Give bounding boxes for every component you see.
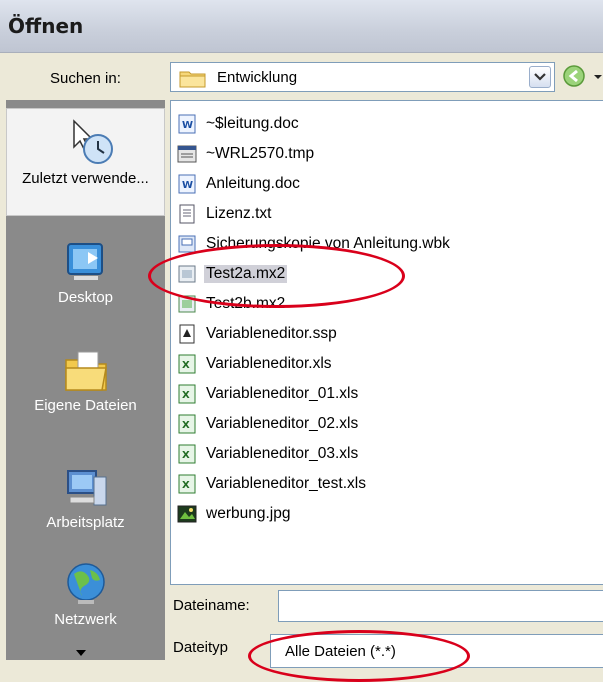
place-network[interactable]: Netzwerk [6,558,165,658]
file-name: Variableneditor.xls [206,355,332,372]
file-name: ~WRL2570.tmp [206,145,315,162]
highlight-ellipse-selected-file [148,244,405,308]
file-item[interactable]: X Variableneditor_test.xls [176,471,368,497]
svg-text:X: X [182,480,190,491]
file-name: Variableneditor_02.xls [206,415,359,432]
place-my-computer[interactable]: Arbeitsplatz [6,455,165,553]
file-item[interactable]: Variableneditor.ssp [176,321,339,347]
desktop-icon [66,243,103,280]
svg-text:X: X [182,390,190,401]
file-item[interactable]: X Variableneditor_03.xls [176,441,360,467]
file-name: ~$leitung.doc [206,115,299,132]
place-desktop-label: Desktop [57,289,114,306]
file-item[interactable]: W ~$leitung.doc [176,111,301,137]
chevron-down-icon[interactable] [529,66,551,88]
file-name: werbung.jpg [206,505,291,522]
filename-input[interactable] [278,590,603,622]
file-name: Variableneditor_test.xls [206,475,366,492]
network-icon [66,563,105,604]
filename-label: Dateiname: [173,597,250,614]
filetype-label: Dateityp [173,639,229,656]
excel-file-icon: X [178,384,196,404]
back-dropdown-icon[interactable] [593,72,603,82]
svg-text:X: X [182,360,190,371]
window-title: Öffnen [8,14,84,38]
place-network-label: Netzwerk [54,611,117,628]
svg-text:W: W [182,120,193,131]
word-doc-icon: W [178,174,196,194]
svg-text:X: X [182,420,190,431]
my-computer-icon [66,470,106,506]
title-bar: Öffnen [0,0,603,53]
excel-file-icon: X [178,414,196,434]
ssp-file-icon [179,324,195,344]
back-icon[interactable] [562,64,586,88]
excel-file-icon: X [178,354,196,374]
places-bar: Zuletzt verwende... Desktop Eigene Datei… [6,100,165,660]
text-file-icon [179,204,195,224]
excel-file-icon: X [178,474,196,494]
file-name: Variableneditor_03.xls [206,445,359,462]
place-desktop[interactable]: Desktop [6,230,165,328]
places-scroll-down-icon[interactable] [75,649,87,657]
look-in-label: Suchen in: [50,70,121,87]
place-my-documents-label: Eigene Dateien [34,397,137,414]
file-item[interactable]: W Anleitung.doc [176,171,302,197]
file-item[interactable]: werbung.jpg [176,501,292,527]
file-name: Lizenz.txt [206,205,272,222]
place-recent-label: Zuletzt verwende... [22,170,149,187]
svg-text:W: W [182,180,193,191]
look-in-value: Entwicklung [217,69,298,86]
file-name: Variableneditor.ssp [206,325,337,342]
look-in-dropdown[interactable]: Entwicklung [170,62,555,92]
place-my-documents[interactable]: Eigene Dateien [6,338,165,436]
place-recent[interactable]: Zuletzt verwende... [6,108,165,216]
word-doc-icon: W [178,114,196,134]
svg-text:X: X [182,450,190,461]
file-name: Anleitung.doc [206,175,300,192]
file-name: Variableneditor_01.xls [206,385,359,402]
excel-file-icon: X [178,444,196,464]
file-item[interactable]: X Variableneditor_01.xls [176,381,360,407]
file-item[interactable]: X Variableneditor_02.xls [176,411,360,437]
my-documents-icon [64,351,107,391]
file-item[interactable]: X Variableneditor.xls [176,351,334,377]
file-item[interactable]: Lizenz.txt [176,201,273,227]
file-list[interactable]: W ~$leitung.doc ~WRL2570.tmp W Anleitung… [170,100,603,585]
file-item[interactable]: ~WRL2570.tmp [176,141,316,167]
tmp-file-icon [177,145,197,163]
place-my-computer-label: Arbeitsplatz [46,514,125,531]
image-file-icon [177,505,197,523]
folder-icon [179,71,206,88]
highlight-ellipse-filetype [248,630,470,682]
recent-icon [72,119,113,164]
